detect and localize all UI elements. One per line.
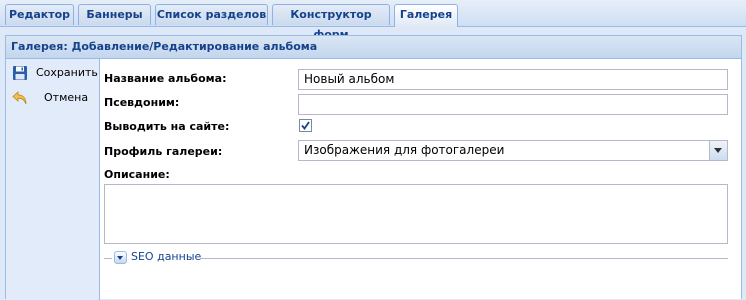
- gallery-profile-label: Профиль галереи:: [104, 145, 223, 158]
- chevron-down-icon[interactable]: [709, 141, 727, 160]
- seo-expand-icon[interactable]: [114, 251, 127, 264]
- cancel-button-label: Отмена: [44, 91, 89, 104]
- alias-label: Псевдоним:: [104, 96, 180, 109]
- seo-section-label[interactable]: SEO данные: [131, 250, 201, 263]
- undo-arrow-icon: [12, 90, 28, 106]
- tab-editor[interactable]: Редактор: [5, 4, 74, 25]
- show-on-site-checkbox[interactable]: [299, 119, 312, 132]
- gallery-profile-value: Изображения для фотогалереи: [304, 143, 505, 157]
- album-name-input[interactable]: Новый альбом: [298, 69, 728, 90]
- tab-gallery[interactable]: Галерея: [394, 4, 458, 27]
- seo-divider-left: [104, 258, 112, 259]
- gallery-profile-select[interactable]: Изображения для фотогалереи: [298, 140, 728, 161]
- tab-form-builder[interactable]: Конструктор форм: [272, 4, 390, 41]
- action-sidebar: Сохранить Отмена: [6, 59, 100, 300]
- description-label: Описание:: [104, 168, 170, 181]
- show-on-site-label: Выводить на сайте:: [104, 120, 230, 133]
- tab-strip: Редактор Баннеры Список разделов Констру…: [0, 0, 746, 41]
- seo-divider-right: [200, 258, 728, 259]
- panel-title: Галерея: Добавление/Редактирование альбо…: [6, 36, 741, 59]
- tab-sections-list[interactable]: Список разделов: [155, 4, 268, 25]
- album-name-label: Название альбома:: [104, 72, 227, 85]
- description-textarea[interactable]: [104, 184, 728, 244]
- floppy-disk-icon: [12, 65, 28, 81]
- save-button-label: Сохранить: [36, 66, 98, 79]
- checkmark-icon: [301, 121, 310, 130]
- tab-banners[interactable]: Баннеры: [78, 4, 151, 25]
- alias-input[interactable]: [298, 94, 728, 115]
